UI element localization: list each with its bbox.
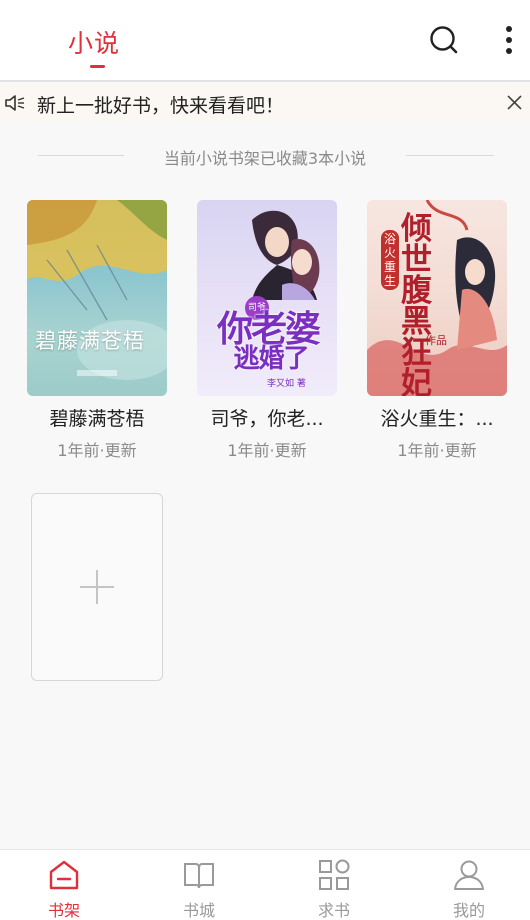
notice-bar[interactable]: 新上一批好书，快来看看吧！ xyxy=(0,84,530,122)
book-title[interactable]: 碧藤满苍梧 xyxy=(27,404,167,431)
plus-icon xyxy=(80,570,114,604)
nav-item-bookshelf[interactable]: 书架 xyxy=(24,858,104,920)
book-cover[interactable]: 碧藤满苍梧 xyxy=(27,200,167,396)
active-tab-indicator xyxy=(90,65,105,68)
book-update-time: 1年前·更新 xyxy=(57,441,137,460)
book-cover[interactable]: 司爷 你老婆 逃婚了 李又如 著 xyxy=(197,200,337,396)
grid-icon xyxy=(319,859,350,890)
notice-text: 新上一批好书，快来看看吧！ xyxy=(37,95,285,117)
shelf-summary-text: 当前小说书架已收藏3本小说 xyxy=(163,149,367,168)
more-options-icon[interactable] xyxy=(498,24,520,56)
book-title[interactable]: 司爷，你老... xyxy=(197,404,337,431)
divider-right xyxy=(406,155,494,156)
search-icon[interactable] xyxy=(428,24,460,56)
nav-label: 我的 xyxy=(452,901,485,920)
book-card[interactable]: 司爷 你老婆 逃婚了 李又如 著 司爷，你老... 1年前·更新 xyxy=(197,200,337,461)
cover-author-text: 作品 xyxy=(425,334,447,347)
book-update-time: 1年前·更新 xyxy=(227,441,307,460)
speaker-icon xyxy=(5,95,25,111)
nav-label: 书架 xyxy=(47,901,80,920)
cover-author-text: 李又如 著 xyxy=(267,379,306,389)
book-card[interactable]: 碧藤满苍梧 碧藤满苍梧 1年前·更新 xyxy=(27,200,167,461)
book-title[interactable]: 浴火重生：... xyxy=(367,404,507,431)
book-icon xyxy=(184,863,214,889)
add-book-button[interactable] xyxy=(31,493,163,681)
nav-item-request[interactable]: 求书 xyxy=(294,858,374,920)
book-cover[interactable]: 浴火重生 倾世腹黑狂妃 作品 xyxy=(367,200,507,396)
book-update-time: 1年前·更新 xyxy=(397,441,477,460)
bottom-nav: 书架 书城 求书 我的 xyxy=(0,849,530,920)
tab-novel[interactable]: 小说 xyxy=(68,24,120,60)
nav-label: 求书 xyxy=(317,901,350,920)
nav-item-profile[interactable]: 我的 xyxy=(429,858,509,920)
book-card[interactable]: 浴火重生 倾世腹黑狂妃 作品 浴火重生：... 1年前·更新 xyxy=(367,200,507,461)
cover-badge-text: 浴火重生 xyxy=(381,230,399,290)
user-icon xyxy=(454,860,484,890)
nav-item-bookstore[interactable]: 书城 xyxy=(159,858,239,920)
nav-label: 书城 xyxy=(182,901,215,920)
top-bar: 小说 xyxy=(0,0,530,82)
close-icon[interactable] xyxy=(506,94,523,111)
cover-title-text: 倾世腹黑狂妃 xyxy=(401,211,432,397)
cover-title-text: 碧藤满苍梧 xyxy=(35,329,145,353)
cover-subtitle-text: 逃婚了 xyxy=(233,344,309,374)
bookshelf-icon xyxy=(49,860,79,890)
shelf-summary: 当前小说书架已收藏3本小说 xyxy=(0,145,530,168)
